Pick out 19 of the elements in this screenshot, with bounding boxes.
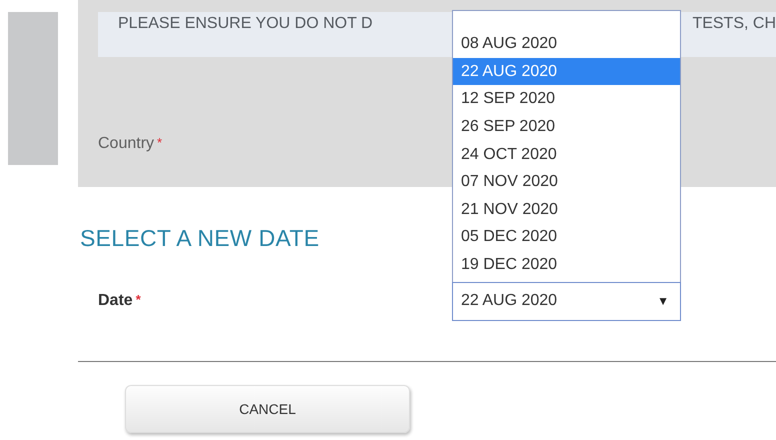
dropdown-option[interactable]: 22 AUG 2020 (453, 58, 680, 86)
required-mark: * (157, 135, 162, 150)
dropdown-option[interactable]: 08 AUG 2020 (453, 30, 680, 58)
dropdown-option[interactable]: 24 OCT 2020 (453, 140, 680, 168)
dropdown-option[interactable]: 19 DEC 2020 (453, 250, 680, 278)
date-select[interactable]: 22 AUG 2020 ▼ (452, 282, 681, 320)
dropdown-option[interactable]: 12 SEP 2020 (453, 85, 680, 113)
notice-text: TESTS, CH (692, 14, 776, 34)
dropdown-option[interactable]: 05 DEC 2020 (453, 223, 680, 251)
dropdown-arrow-icon: ▼ (657, 294, 669, 308)
dropdown-option[interactable]: 21 NOV 2020 (453, 196, 680, 224)
field-label: Country (98, 135, 154, 152)
dropdown-option[interactable]: 26 SEP 2020 (453, 112, 680, 141)
required-mark: * (136, 292, 141, 307)
section-heading: SELECT A NEW DATE (80, 225, 320, 253)
cancel-button[interactable]: CANCEL (125, 385, 410, 433)
field-label: Date (98, 292, 133, 309)
notice-text: PLEASE ENSURE YOU DO NOT D (118, 14, 373, 34)
dropdown-option[interactable]: 07 NOV 2020 (453, 168, 680, 196)
